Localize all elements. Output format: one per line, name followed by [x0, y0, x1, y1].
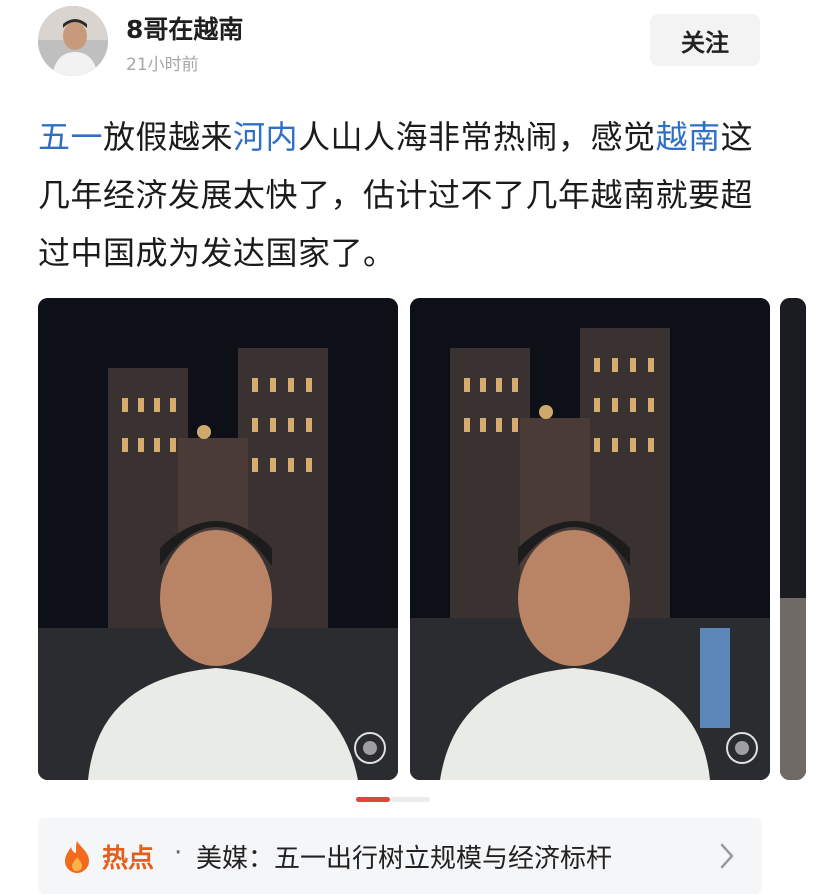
topic-link[interactable]: 五一 [38, 118, 103, 156]
hot-label: 热点 [102, 844, 155, 874]
post-text: 五一放假越来河内人山人海非常热闹，感觉越南这几年经济发展太快了，估计过不了几年越… [38, 108, 778, 282]
follow-button[interactable]: 关注 [650, 14, 760, 66]
post-timestamp: 21小时前 [126, 55, 199, 75]
topic-link[interactable]: 越南 [656, 118, 721, 156]
avatar-image [38, 6, 108, 76]
post-text-segment: 人山人海非常热闹，感觉 [298, 118, 656, 156]
photo-3-image [780, 298, 806, 780]
photo-2[interactable] [410, 298, 770, 780]
photo-3-partial[interactable] [780, 298, 806, 780]
avatar[interactable] [38, 6, 108, 76]
hot-headline[interactable]: 美媒：五一出行树立规模与经济标杆 [196, 838, 612, 875]
chevron-right-icon[interactable] [718, 842, 736, 870]
pager-indicator-track [390, 797, 430, 802]
topic-link[interactable]: 河内 [233, 118, 298, 156]
photo-1[interactable] [38, 298, 398, 780]
hot-topic-bar[interactable]: 热点 · 美媒：五一出行树立规模与经济标杆 [38, 818, 762, 894]
author-name[interactable]: 8哥在越南 [126, 10, 243, 46]
post-text-segment: 放假越来 [103, 118, 234, 156]
photo-2-image [410, 298, 770, 780]
pager-indicator-active [356, 797, 390, 802]
live-photo-icon [354, 732, 386, 764]
fire-icon [65, 841, 89, 873]
photo-1-image [38, 298, 398, 780]
separator-dot: · [174, 838, 183, 868]
live-photo-icon [726, 732, 758, 764]
